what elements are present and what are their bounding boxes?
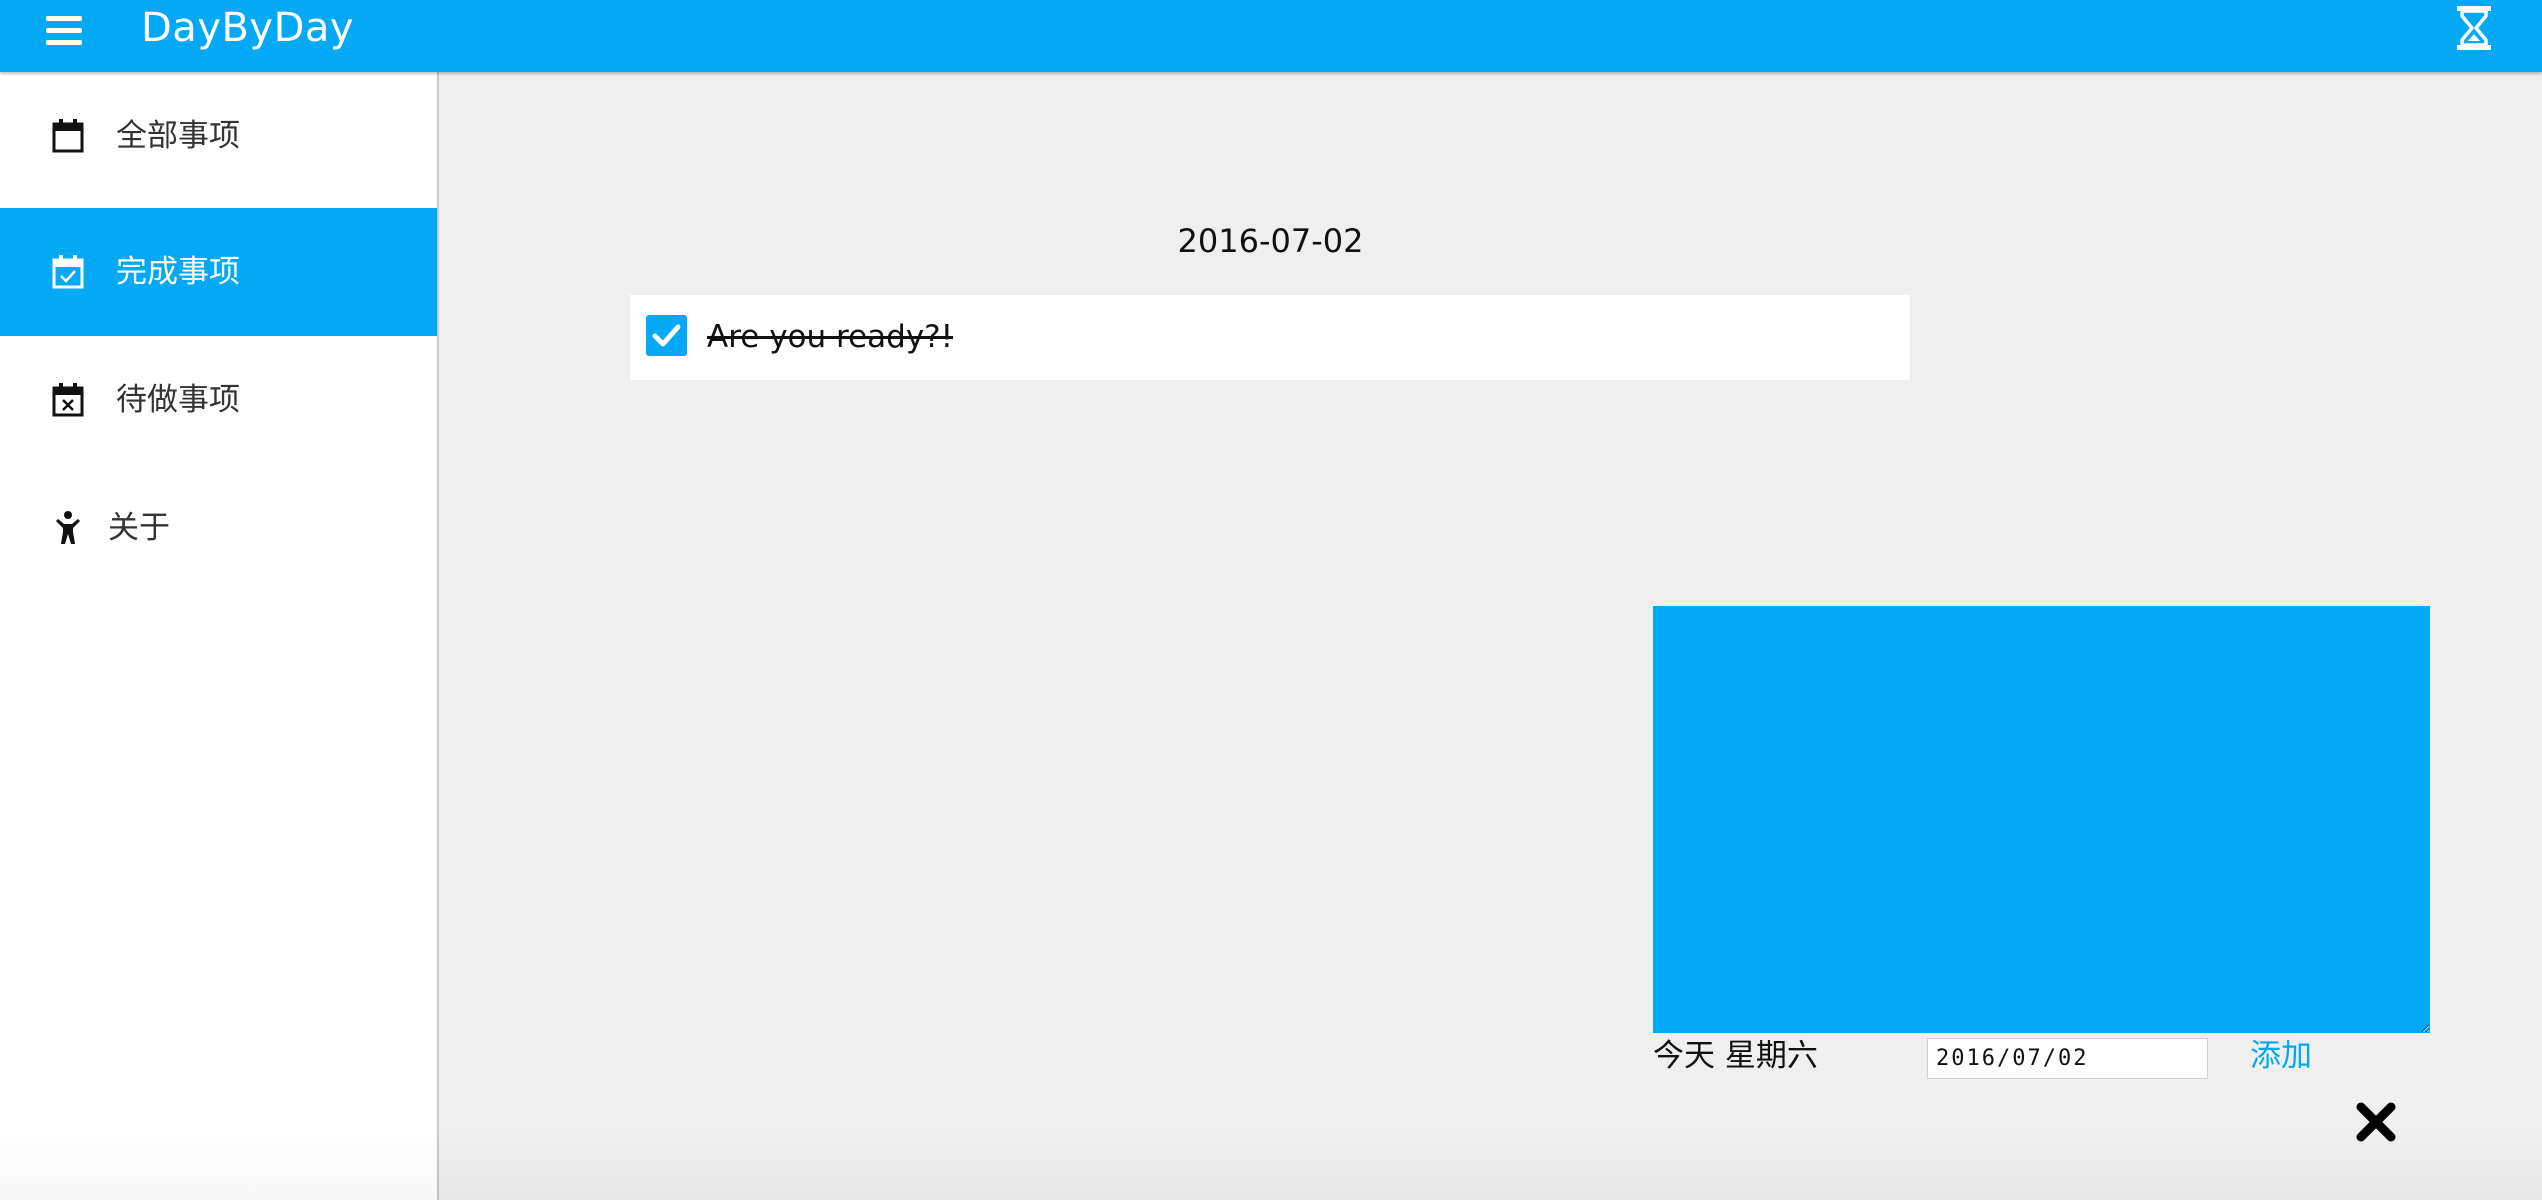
- sidebar-item-label: 全部事项: [116, 118, 240, 154]
- todo-text: Are you ready?!: [707, 319, 954, 355]
- sidebar-item-label: 待做事项: [116, 382, 240, 418]
- calendar-icon: [50, 118, 86, 154]
- top-app-bar: DayByDay: [0, 0, 2542, 72]
- sidebar-item-label: 完成事项: [116, 254, 240, 290]
- sidebar: 全部事项 完成事项 待做事项 关于: [0, 72, 439, 1200]
- add-button[interactable]: 添加: [2250, 1035, 2312, 1077]
- note-input[interactable]: [1653, 606, 2430, 1033]
- close-icon[interactable]: [2354, 1100, 2398, 1144]
- hourglass-icon[interactable]: [2454, 4, 2494, 52]
- sidebar-item-label: 关于: [108, 510, 170, 546]
- today-weekday-label: 今天 星期六: [1653, 1038, 1818, 1074]
- sidebar-item-about[interactable]: 关于: [0, 464, 437, 592]
- sidebar-item-all[interactable]: 全部事项: [0, 72, 437, 200]
- app-title: DayByDay: [141, 5, 355, 51]
- checkbox-checked-icon[interactable]: [646, 315, 687, 356]
- sidebar-item-todo[interactable]: 待做事项: [0, 336, 437, 464]
- hamburger-icon[interactable]: [44, 12, 84, 52]
- calendar-check-icon: [50, 254, 86, 290]
- date-heading: 2016-07-02: [1177, 222, 1364, 260]
- sidebar-item-completed[interactable]: 完成事项: [0, 208, 437, 336]
- person-icon: [50, 510, 86, 546]
- todo-item: Are you ready?!: [630, 295, 1910, 380]
- calendar-x-icon: [50, 382, 86, 418]
- date-input[interactable]: [1927, 1038, 2208, 1079]
